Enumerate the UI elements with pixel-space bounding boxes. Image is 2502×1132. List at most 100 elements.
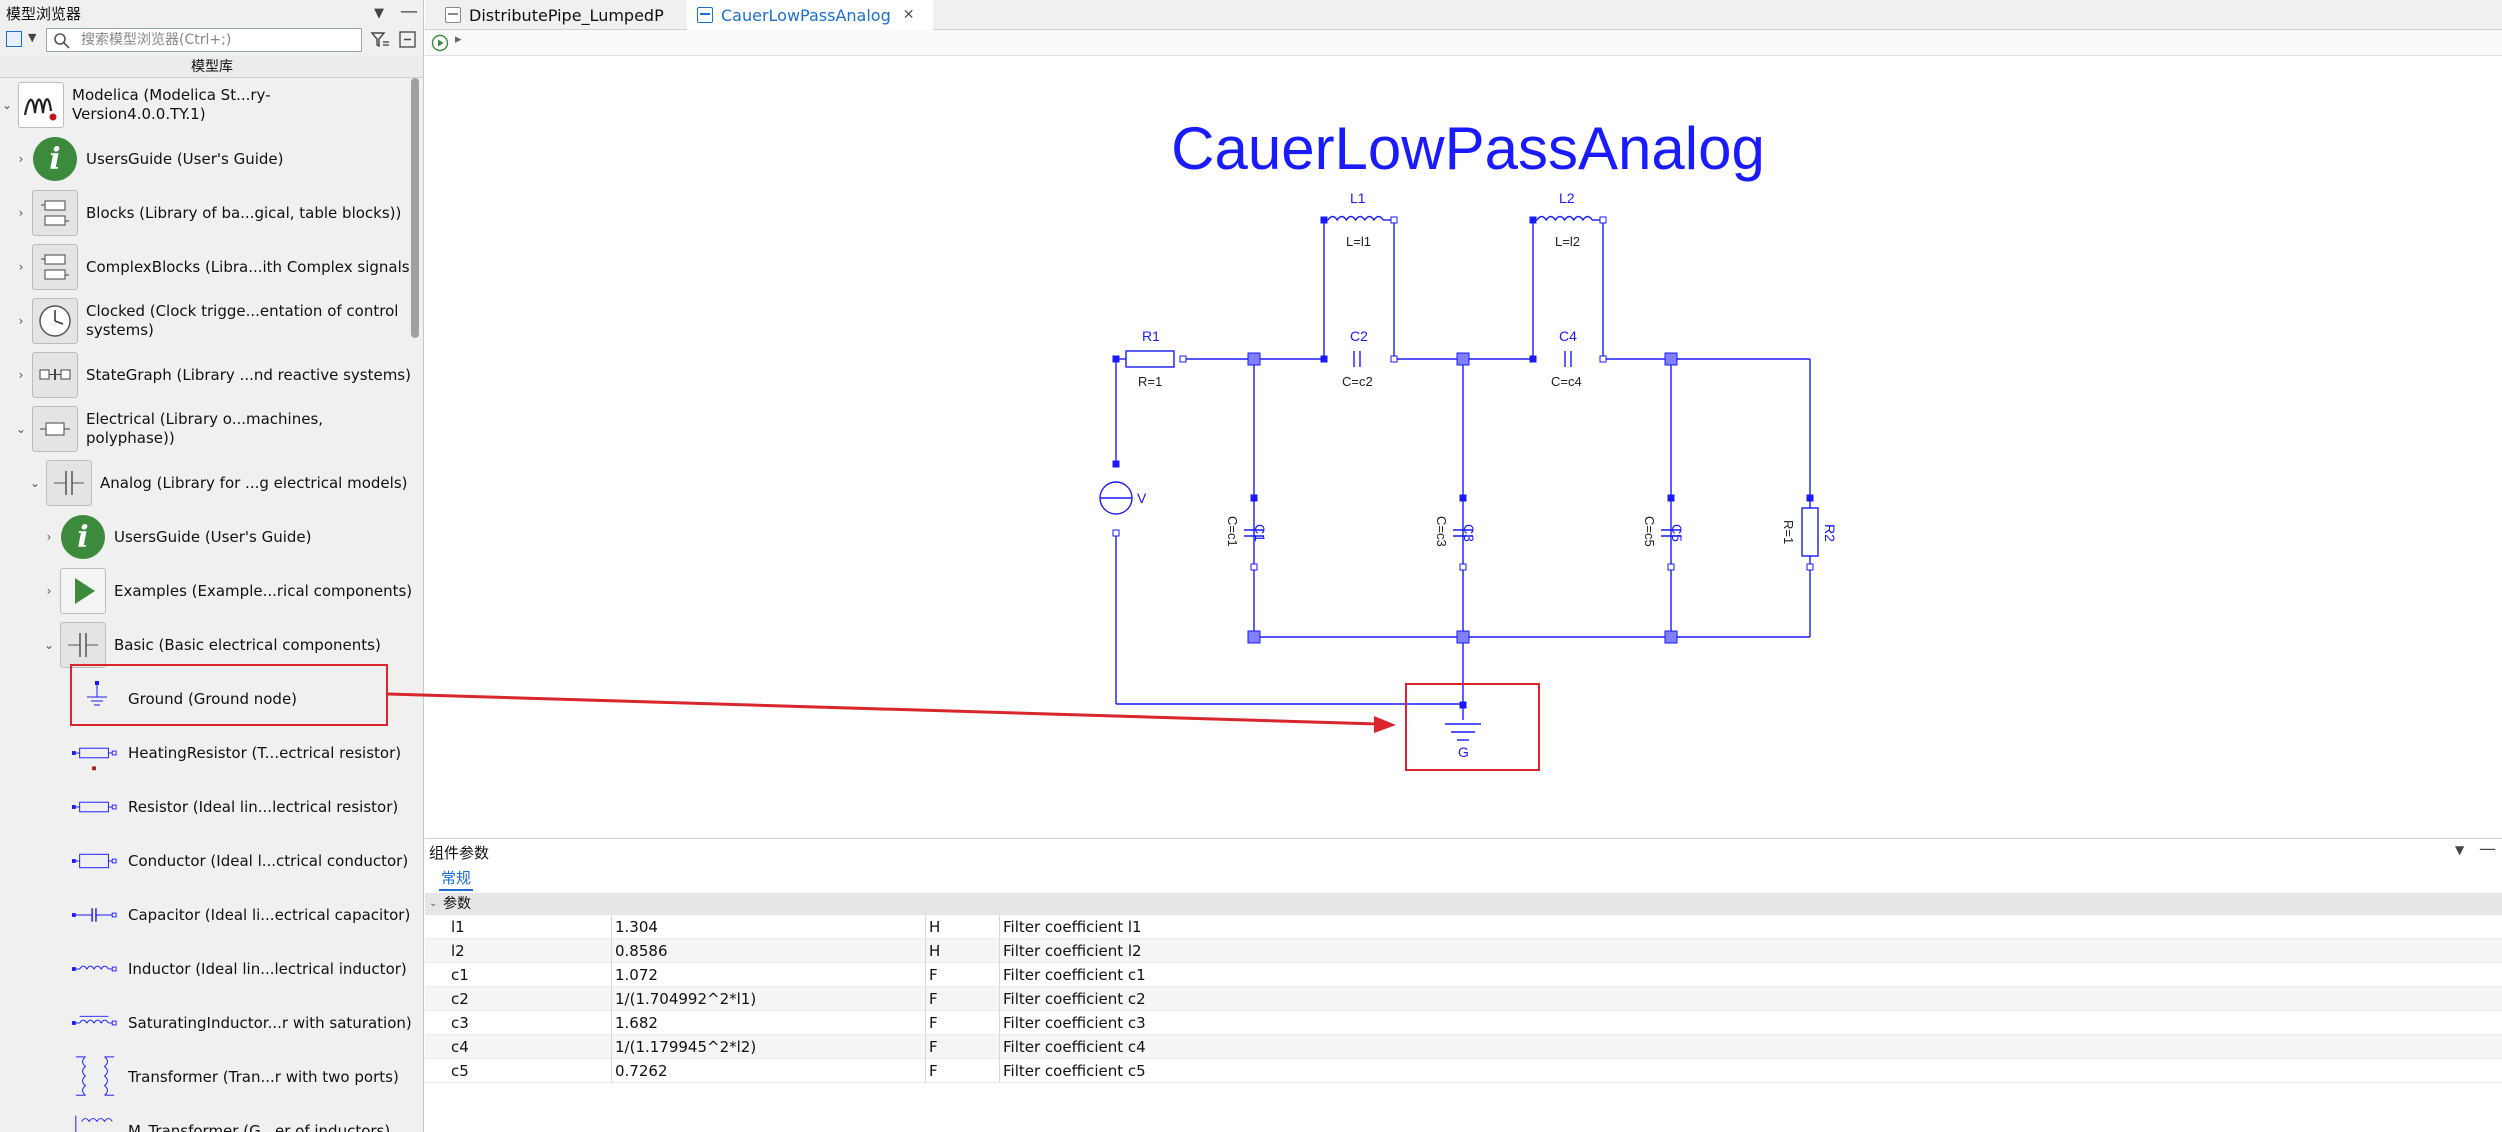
tree-item-label: Inductor (Ideal lin...lectrical inductor…	[128, 959, 407, 978]
chevron-right-icon[interactable]: ›	[14, 260, 28, 274]
params-minimize-icon[interactable]: —	[2479, 839, 2496, 859]
library-header: 模型库	[0, 56, 423, 78]
blocks-library-icon	[32, 190, 78, 236]
param-row[interactable]: c4 1/(1.179945^2*l2) F Filter coefficien…	[425, 1035, 2502, 1059]
chevron-right-icon[interactable]: ›	[14, 206, 28, 220]
param-row[interactable]: c3 1.682 F Filter coefficient c3	[425, 1011, 2502, 1035]
more-arrow-icon[interactable]: ▸	[455, 32, 462, 47]
param-value[interactable]: 0.8586	[615, 939, 668, 963]
tree-item-modelica[interactable]: ⌄ Modelica (Modelica St...ry-Version4.0.…	[0, 78, 410, 132]
resistor-icon	[72, 784, 118, 830]
search-input[interactable]: 搜索模型浏览器(Ctrl+;)	[46, 28, 362, 52]
group-collapse-icon[interactable]: ⌄	[429, 893, 437, 915]
tree-item-conductor[interactable]: Conductor (Ideal l...ctrical conductor)	[0, 834, 410, 888]
param-name: c4	[451, 1038, 469, 1056]
panel-minimize-icon[interactable]: —	[400, 0, 418, 24]
panel-menu-icon[interactable]: ▼	[374, 2, 384, 26]
param-value[interactable]: 1/(1.179945^2*l2)	[615, 1035, 756, 1059]
tree-item-m-transformer[interactable]: M_Transformer (G...er of inductors)	[0, 1104, 410, 1132]
tree-item-label: Analog (Library for ...g electrical mode…	[100, 473, 408, 492]
tree-item-transformer[interactable]: Transformer (Tran...r with two ports)	[0, 1050, 410, 1104]
ground-highlight-box	[70, 664, 388, 726]
chevron-right-icon[interactable]: ›	[14, 152, 28, 166]
param-unit: H	[929, 942, 941, 960]
diagram-title: CauerLowPassAnalog	[1171, 115, 1765, 182]
param-value[interactable]: 1.304	[615, 915, 658, 939]
clock-icon	[32, 298, 78, 344]
expanded-chevron-icon[interactable]: ⌄	[28, 476, 42, 490]
component-parameters-panel: 组件参数 ▼ — 常规 ⌄ 参数 l1 1.304 H Filter coeff…	[425, 838, 2502, 1132]
tree-item-usersguide[interactable]: › i UsersGuide (User's Guide)	[0, 132, 410, 186]
info-icon: i	[32, 136, 78, 182]
tree-item-examples[interactable]: › Examples (Example...rical components)	[0, 564, 412, 618]
param-name: c3	[451, 1014, 469, 1032]
tree-item-resistor[interactable]: Resistor (Ideal lin...lectrical resistor…	[0, 780, 410, 834]
tree-item-complexblocks[interactable]: › ComplexBlocks (Libra...ith Complex sig…	[0, 240, 415, 294]
m-transformer-icon	[72, 1108, 118, 1132]
param-value[interactable]: 1.682	[615, 1011, 658, 1035]
tree-item-label: Capacitor (Ideal li...ectrical capacitor…	[128, 905, 411, 924]
diagram-toolbar: ▸	[425, 30, 2502, 56]
tree-item-capacitor[interactable]: Capacitor (Ideal li...ectrical capacitor…	[0, 888, 410, 942]
view-dropdown-icon[interactable]: ▼	[28, 26, 36, 50]
param-row[interactable]: l1 1.304 H Filter coefficient l1	[425, 915, 2502, 939]
heating-resistor-icon	[72, 730, 118, 776]
tree-item-label: Clocked (Clock trigge...entation of cont…	[86, 302, 399, 339]
filter-icon[interactable]	[370, 30, 390, 50]
tree-item-heatingresistor[interactable]: HeatingResistor (T...ectrical resistor)	[0, 726, 410, 780]
chevron-right-icon[interactable]: ›	[14, 314, 28, 328]
param-row[interactable]: c1 1.072 F Filter coefficient c1	[425, 963, 2502, 987]
tree-item-inductor[interactable]: Inductor (Ideal lin...lectrical inductor…	[0, 942, 410, 996]
param-value[interactable]: 1.072	[615, 963, 658, 987]
tab-general[interactable]: 常规	[439, 867, 474, 891]
chevron-right-icon[interactable]: ›	[14, 368, 28, 382]
param-unit: F	[929, 966, 938, 984]
param-unit: H	[929, 918, 941, 936]
param-name: c5	[451, 1062, 469, 1080]
browser-view-icon[interactable]	[6, 31, 22, 47]
tree-item-analog-usersguide[interactable]: › i UsersGuide (User's Guide)	[0, 510, 410, 564]
params-group-row[interactable]: ⌄ 参数	[425, 893, 2502, 915]
tree-item-label: SaturatingInductor...r with saturation)	[128, 1013, 412, 1032]
model-tree: ⌄ Modelica (Modelica St...ry-Version4.0.…	[0, 78, 415, 1132]
expanded-chevron-icon[interactable]: ⌄	[14, 422, 28, 436]
param-name: c2	[451, 990, 469, 1008]
param-name: l1	[451, 918, 465, 936]
expanded-chevron-icon[interactable]: ⌄	[42, 638, 56, 652]
param-description: Filter coefficient c1	[1003, 966, 1146, 984]
tree-item-stategraph[interactable]: › StateGraph (Library ...nd reactive sys…	[0, 348, 411, 402]
param-value[interactable]: 0.7262	[615, 1059, 668, 1083]
tree-item-clocked[interactable]: › Clocked (Clock trigge...entation of co…	[0, 294, 410, 348]
inductor-icon	[72, 946, 118, 992]
param-unit: F	[929, 1062, 938, 1080]
close-tab-icon[interactable]: ✕	[903, 7, 915, 23]
param-unit: F	[929, 1014, 938, 1032]
params-menu-icon[interactable]: ▼	[2455, 843, 2464, 857]
param-row[interactable]: c2 1/(1.704992^2*l1) F Filter coefficien…	[425, 987, 2502, 1011]
tree-item-label: M_Transformer (G...er of inductors)	[128, 1121, 391, 1132]
tree-item-saturatinginductor[interactable]: SaturatingInductor...r with saturation)	[0, 996, 412, 1050]
param-row[interactable]: c5 0.7262 F Filter coefficient c5	[425, 1059, 2502, 1083]
model-file-icon	[445, 7, 461, 23]
param-row[interactable]: l2 0.8586 H Filter coefficient l2	[425, 939, 2502, 963]
tree-item-label: HeatingResistor (T...ectrical resistor)	[128, 743, 402, 762]
chevron-right-icon[interactable]: ›	[42, 584, 56, 598]
run-icon[interactable]	[431, 34, 449, 52]
analog-library-icon	[46, 460, 92, 506]
tab-cauerlowpassanalog[interactable]: CauerLowPassAnalog ✕	[687, 0, 933, 30]
tree-item-blocks[interactable]: › Blocks (Library of ba...gical, table b…	[0, 186, 410, 240]
param-description: Filter coefficient c4	[1003, 1038, 1146, 1056]
expanded-chevron-icon[interactable]: ⌄	[0, 98, 14, 112]
param-value[interactable]: 1/(1.704992^2*l1)	[615, 987, 756, 1011]
param-description: Filter coefficient c3	[1003, 1014, 1146, 1032]
search-placeholder: 搜索模型浏览器(Ctrl+;)	[81, 32, 232, 48]
conductor-icon	[72, 838, 118, 884]
tab-distributepipe[interactable]: DistributePipe_LumpedP	[435, 0, 685, 30]
collapse-all-icon[interactable]	[398, 30, 418, 50]
tree-item-analog[interactable]: ⌄ Analog (Library for ...g electrical mo…	[0, 456, 410, 510]
tree-scrollbar[interactable]	[411, 78, 419, 338]
browser-toolbar: ▼ 搜索模型浏览器(Ctrl+;)	[0, 26, 423, 56]
chevron-right-icon[interactable]: ›	[42, 530, 56, 544]
tree-item-label: Transformer (Tran...r with two ports)	[128, 1067, 399, 1086]
tree-item-electrical[interactable]: ⌄ Electrical (Library o...machines, poly…	[0, 402, 410, 456]
